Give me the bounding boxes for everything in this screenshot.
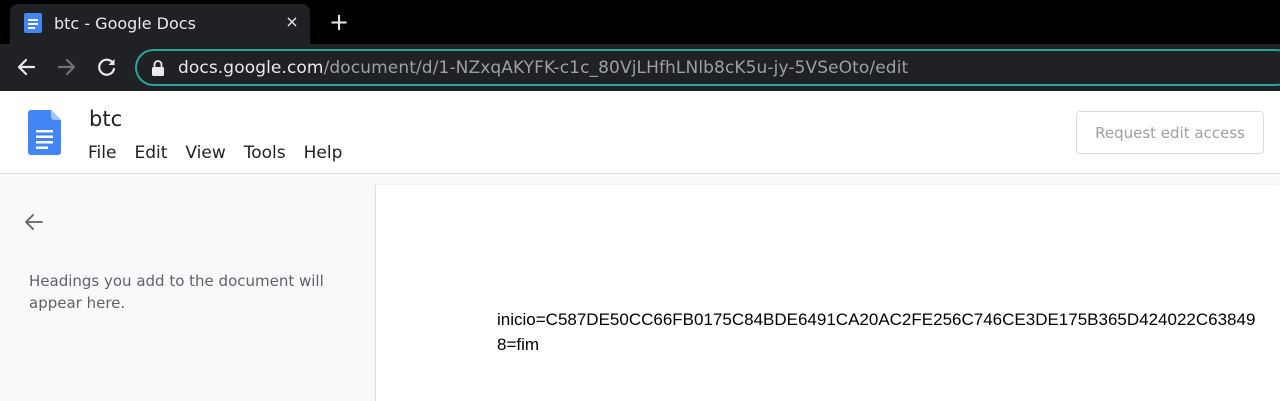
request-edit-access-button[interactable]: Request edit access (1076, 111, 1264, 154)
menu-edit[interactable]: Edit (134, 143, 167, 163)
document-body-text[interactable]: inicio=C587DE50CC66FB0175C84BDE6491CA20A… (497, 307, 1257, 357)
close-icon[interactable]: × (282, 12, 302, 32)
docs-header: btc File Edit View Tools Help Request ed… (0, 91, 1280, 174)
browser-tab-strip: btc - Google Docs × + (0, 0, 1280, 44)
reload-button[interactable] (94, 54, 120, 80)
document-page[interactable]: inicio=C587DE50CC66FB0175C84BDE6491CA20A… (375, 185, 1280, 401)
url-host: docs.google.com (178, 58, 324, 78)
outline-hint: Headings you add to the document will ap… (29, 272, 324, 312)
url-text: docs.google.com/document/d/1-NZxqAKYFK-c… (178, 58, 908, 78)
url-path: /document/d/1-NZxqAKYFK-c1c_80VjLHfhLNlb… (323, 58, 909, 78)
back-button[interactable] (13, 54, 39, 80)
menu-file[interactable]: File (88, 143, 116, 163)
outline-back-arrow-icon[interactable] (22, 210, 46, 234)
reload-icon (98, 58, 116, 76)
address-bar[interactable]: docs.google.com/document/d/1-NZxqAKYFK-c… (135, 49, 1280, 86)
forward-arrow-icon (57, 58, 76, 76)
menu-view[interactable]: View (185, 143, 225, 163)
menu-help[interactable]: Help (304, 143, 343, 163)
forward-button[interactable] (54, 54, 80, 80)
menu-bar: File Edit View Tools Help (88, 143, 360, 163)
browser-tab[interactable]: btc - Google Docs × (10, 4, 310, 44)
workspace: Headings you add to the document will ap… (0, 175, 1280, 401)
google-docs-icon (24, 13, 42, 33)
back-arrow-icon (17, 58, 36, 76)
google-docs-logo-icon[interactable] (28, 110, 61, 155)
new-tab-button[interactable]: + (326, 9, 352, 35)
menu-tools[interactable]: Tools (244, 143, 286, 163)
browser-toolbar: docs.google.com/document/d/1-NZxqAKYFK-c… (0, 44, 1280, 91)
lock-icon (152, 60, 164, 76)
tab-title: btc - Google Docs (54, 14, 196, 33)
document-title[interactable]: btc (89, 107, 122, 131)
